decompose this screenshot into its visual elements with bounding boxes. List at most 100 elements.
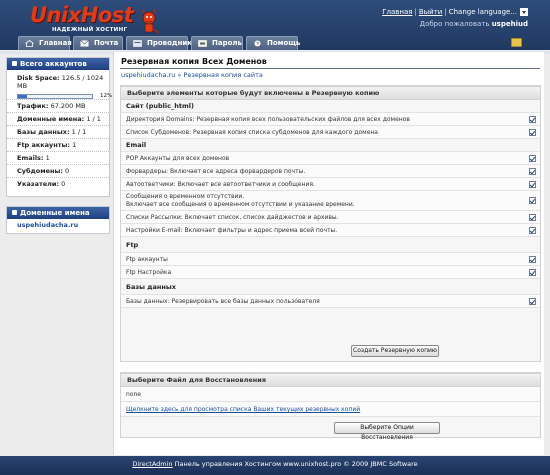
stat-ftp: Ftp аккаунты: 1 (7, 139, 109, 152)
username: uspehiud (491, 20, 528, 28)
checkbox[interactable] (529, 181, 536, 188)
checkbox[interactable] (529, 214, 536, 221)
option-forwarders: Форвардеры: Включает все адреса форварде… (121, 165, 540, 178)
domains-title: Доменные имена (20, 209, 90, 217)
stat-value: 0 (65, 167, 70, 175)
tab-label: Пароль (212, 39, 242, 47)
stat-pointers: Указатели: 0 (7, 178, 109, 191)
tab-help[interactable]: Помощь (246, 36, 300, 50)
option-label: Списки Рассылки: Включает список, список… (126, 214, 339, 221)
accounts-summary-box: Всего аккаунтов Disk Space: 126.5 / 1024… (6, 57, 112, 197)
section-email: Email (121, 139, 540, 152)
option-subdomains-list: Список Субдоменов: Резервная копия списк… (121, 126, 540, 139)
logout-link[interactable]: Выйти (419, 8, 443, 16)
disk-space-row: Disk Space: 126.5 / 1024 MB 12% (7, 70, 112, 100)
welcome-prefix: Добро пожаловать (419, 20, 490, 28)
option-pop-accounts: POP Аккаунты для всех доменов (121, 152, 540, 165)
footer-text: Панель управления Хостингом www.unixhost… (174, 460, 418, 468)
logo-text: UnixHost (30, 3, 134, 27)
backup-panel: Выберите элементы которые будут включены… (120, 85, 541, 362)
stat-label: Ftp аккаунты: (17, 141, 71, 149)
domains-box: Доменные имена uspehiudacha.ru (6, 206, 110, 234)
option-domains-dir: Директория Domains: Резервная копия всех… (121, 113, 540, 126)
option-mailing-lists: Списки Рассылки: Включает список, список… (121, 211, 540, 224)
checkbox[interactable] (529, 168, 536, 175)
option-label: Базы данных: Резервировать все базы данн… (126, 298, 320, 305)
tab-password[interactable]: Пароль (191, 36, 243, 50)
checkbox[interactable] (529, 227, 536, 234)
stat-subdomains: Субдомены: 0 (7, 165, 109, 178)
option-label: Форвардеры: Включает все адреса форварде… (126, 168, 306, 175)
stat-value: 0 (61, 180, 66, 188)
section-site: Сайт (public_html) (121, 100, 540, 113)
tab-home[interactable]: Главная (18, 36, 72, 50)
logo[interactable]: UnixHost НАДЕЖНЫЙ ХОСТИНГ (10, 3, 160, 37)
stat-value: 1 (45, 154, 50, 162)
option-label: POP Аккаунты для всех доменов (126, 155, 230, 162)
accounts-header: Всего аккаунтов (7, 58, 109, 70)
tab-label: Главная (39, 39, 72, 47)
password-icon (198, 40, 207, 47)
bullet-icon (12, 210, 17, 215)
domain-link[interactable]: uspehiudacha.ru (7, 219, 109, 233)
tab-file-manager[interactable]: Проводник (126, 36, 192, 50)
option-ftp-settings: Ftp Настройка (121, 266, 540, 279)
option-label: Автоответчики: Включает все автоответчик… (126, 181, 315, 188)
option-label: Ftp аккаунты (126, 256, 168, 263)
option-databases: Базы данных: Резервировать все базы данн… (121, 295, 540, 308)
checkbox[interactable] (529, 116, 536, 123)
page-title: Резервная копия Всех Доменов (121, 57, 267, 66)
stat-value: 1 / 1 (86, 115, 101, 123)
checkbox[interactable] (529, 298, 536, 305)
breadcrumb[interactable]: uspehiudacha.ru » Резервная копия сайта (121, 71, 263, 79)
option-label: Список Субдоменов: Резервная копия списк… (126, 129, 378, 136)
top-links: Главная | Выйти | Change language... (382, 8, 528, 16)
checkbox[interactable] (529, 129, 536, 136)
stat-domains: Доменные имена: 1 / 1 (7, 113, 109, 126)
option-autoresponders: Автоответчики: Включает все автоответчик… (121, 178, 540, 191)
option-label-line2: Включает все сообщения о временном отсут… (126, 200, 355, 208)
tab-mail[interactable]: Почта (73, 36, 123, 50)
select-restore-options-button[interactable]: Выберите Опции Восстановления (334, 422, 440, 441)
change-language-label: Change language... (448, 8, 517, 16)
checkbox[interactable] (529, 197, 536, 204)
logo-subtitle: НАДЕЖНЫЙ ХОСТИНГ (52, 27, 128, 33)
restore-panel: Выберите Файл для Восстановления none Ще… (120, 372, 541, 441)
option-vacation: Сообщения о временном отсутствии. Включае… (121, 191, 540, 211)
domains-header: Доменные имена (7, 207, 109, 219)
stat-value: 1 / 1 (71, 128, 87, 136)
tab-label: Проводник (147, 39, 193, 47)
stat-label: Базы данных: (17, 128, 70, 136)
option-email-settings: Настройки E-mail: Включает фильтры и адр… (121, 224, 540, 237)
home-icon (25, 40, 34, 47)
devil-mascot-icon (142, 9, 160, 35)
restore-none-text: none (126, 391, 141, 398)
restore-panel-header: Выберите Файл для Восстановления (121, 373, 540, 387)
disk-label: Disk Space: (17, 74, 60, 82)
accounts-title: Всего аккаунтов (20, 60, 87, 68)
view-backups-link[interactable]: Щелкните здесь для просмотра списка Ваши… (126, 406, 360, 413)
home-link[interactable]: Главная (382, 8, 412, 16)
checkbox[interactable] (529, 256, 536, 263)
disk-usage-fill (18, 95, 27, 98)
create-backup-button[interactable]: Создать Резервную копию (351, 345, 439, 357)
language-dropdown[interactable] (520, 8, 528, 16)
file-manager-icon (133, 40, 142, 47)
mail-icon (80, 40, 89, 47)
checkbox[interactable] (529, 269, 536, 276)
stat-label: Emails: (17, 154, 44, 162)
option-label: Директория Domains: Резервная копия всех… (126, 116, 410, 123)
nav-bar: Главная Почта Проводник Пароль Помощь (0, 36, 550, 52)
stat-value: 67.200 MB (50, 102, 86, 110)
help-icon (254, 40, 261, 47)
bullet-icon (12, 61, 17, 66)
option-label: Ftp Настройка (126, 269, 172, 276)
checkbox[interactable] (529, 155, 536, 162)
stat-label: Субдомены: (17, 167, 63, 175)
directadmin-link[interactable]: DirectAdmin (132, 460, 172, 468)
option-label: Сообщения о временном отсутствии. (126, 193, 245, 200)
section-ftp: Ftp (121, 237, 540, 253)
option-ftp-accounts: Ftp аккаунты (121, 253, 540, 266)
stat-databases: Базы данных: 1 / 1 (7, 126, 109, 139)
folder-icon[interactable] (511, 38, 522, 47)
